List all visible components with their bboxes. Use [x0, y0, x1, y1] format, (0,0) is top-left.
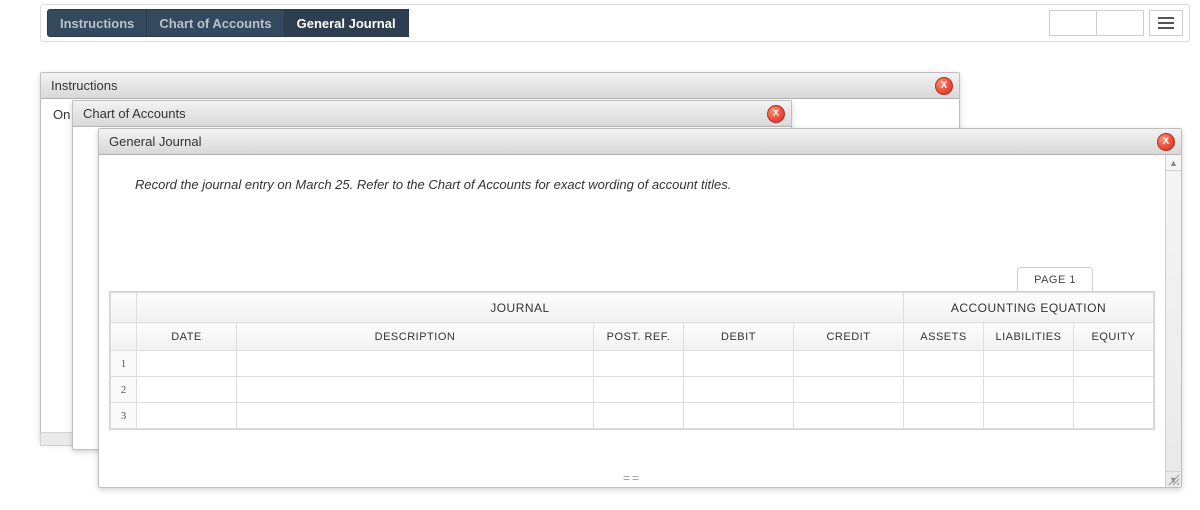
- table-row: 2: [111, 377, 1154, 403]
- table-row: 3: [111, 403, 1154, 429]
- panel-general-journal: General Journal X Record the journal ent…: [98, 128, 1182, 488]
- journal-instruction-text: Record the journal entry on March 25. Re…: [99, 155, 1165, 202]
- toolbar-box-1[interactable]: [1049, 10, 1097, 36]
- panel-journal-header[interactable]: General Journal X: [99, 129, 1181, 155]
- cell-equity[interactable]: [1073, 351, 1153, 377]
- cell-assets[interactable]: [903, 403, 983, 429]
- vertical-scrollbar[interactable]: ▲ ▼: [1165, 155, 1181, 487]
- cell-equity[interactable]: [1073, 403, 1153, 429]
- scroll-up-icon[interactable]: ▲: [1166, 155, 1181, 171]
- row-number: 3: [111, 403, 137, 429]
- top-toolbar: Instructions Chart of Accounts General J…: [40, 4, 1190, 42]
- cell-debit[interactable]: [683, 351, 793, 377]
- cell-assets[interactable]: [903, 377, 983, 403]
- header-rownum: [111, 323, 137, 351]
- journal-page-tab[interactable]: PAGE 1: [1017, 267, 1093, 292]
- cell-liabilities[interactable]: [983, 403, 1073, 429]
- close-button-chart[interactable]: X: [767, 105, 785, 123]
- row-number: 2: [111, 377, 137, 403]
- menu-icon: [1158, 17, 1174, 19]
- table-row: 1: [111, 351, 1154, 377]
- cell-assets[interactable]: [903, 351, 983, 377]
- cell-date[interactable]: [137, 351, 237, 377]
- header-group-equation: ACCOUNTING EQUATION: [903, 293, 1153, 323]
- header-credit: CREDIT: [793, 323, 903, 351]
- header-blank-corner: [111, 293, 137, 323]
- toolbar-box-2[interactable]: [1096, 10, 1144, 36]
- header-date: DATE: [137, 323, 237, 351]
- close-button-instructions[interactable]: X: [935, 77, 953, 95]
- header-debit: DEBIT: [683, 323, 793, 351]
- cell-description[interactable]: [237, 403, 594, 429]
- row-number: 1: [111, 351, 137, 377]
- panel-instructions-title: Instructions: [51, 78, 117, 93]
- panel-instructions-header[interactable]: Instructions X: [41, 73, 959, 99]
- cell-post-ref[interactable]: [593, 377, 683, 403]
- toolbar-right-group: [1049, 10, 1183, 36]
- cell-post-ref[interactable]: [593, 351, 683, 377]
- cell-debit[interactable]: [683, 403, 793, 429]
- header-liabilities: LIABILITIES: [983, 323, 1073, 351]
- menu-button[interactable]: [1149, 10, 1183, 36]
- cell-liabilities[interactable]: [983, 351, 1073, 377]
- cell-post-ref[interactable]: [593, 403, 683, 429]
- close-button-journal[interactable]: X: [1157, 133, 1175, 151]
- header-assets: ASSETS: [903, 323, 983, 351]
- header-post-ref: POST. REF.: [593, 323, 683, 351]
- cell-date[interactable]: [137, 403, 237, 429]
- header-description: DESCRIPTION: [237, 323, 594, 351]
- cell-credit[interactable]: [793, 377, 903, 403]
- tab-general-journal[interactable]: General Journal: [284, 9, 409, 37]
- cell-equity[interactable]: [1073, 377, 1153, 403]
- panel-chart-title: Chart of Accounts: [83, 106, 186, 121]
- cell-debit[interactable]: [683, 377, 793, 403]
- cell-date[interactable]: [137, 377, 237, 403]
- menu-icon: [1158, 27, 1174, 29]
- instructions-body-text: On: [53, 107, 70, 122]
- cell-liabilities[interactable]: [983, 377, 1073, 403]
- cell-credit[interactable]: [793, 403, 903, 429]
- panel-journal-title: General Journal: [109, 134, 202, 149]
- panel-chart-header[interactable]: Chart of Accounts X: [73, 101, 791, 127]
- panel-journal-body: Record the journal entry on March 25. Re…: [99, 155, 1181, 487]
- bottom-drag-handle[interactable]: ==: [623, 471, 641, 485]
- tab-instructions[interactable]: Instructions: [47, 9, 147, 37]
- menu-icon: [1158, 22, 1174, 24]
- resize-grip[interactable]: [1166, 472, 1180, 486]
- cell-credit[interactable]: [793, 351, 903, 377]
- cell-description[interactable]: [237, 351, 594, 377]
- journal-table: JOURNAL ACCOUNTING EQUATION DATE DESCRIP…: [109, 291, 1155, 430]
- header-group-journal: JOURNAL: [137, 293, 904, 323]
- cell-description[interactable]: [237, 377, 594, 403]
- header-equity: EQUITY: [1073, 323, 1153, 351]
- tab-chart-of-accounts[interactable]: Chart of Accounts: [146, 9, 284, 37]
